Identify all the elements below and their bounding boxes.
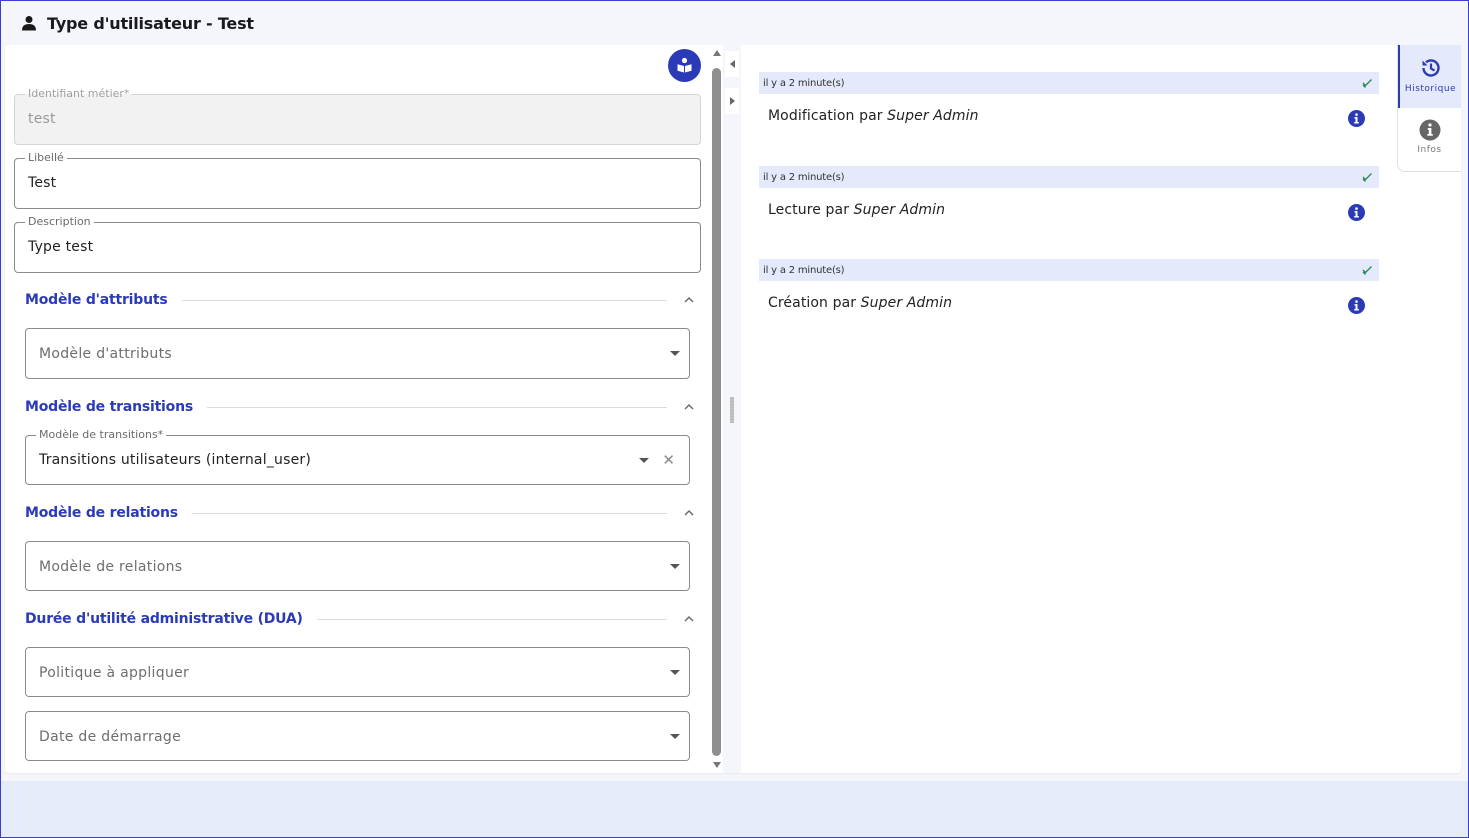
section-modele-attributs[interactable]: Modèle d'attributs: [25, 289, 695, 311]
libelle-value: Test: [28, 175, 57, 191]
history-time: il y a 2 minute(s): [763, 77, 845, 89]
drag-handle-icon[interactable]: [730, 397, 734, 423]
history-info-button[interactable]: [1348, 297, 1365, 314]
chevron-up-icon[interactable]: [683, 613, 695, 625]
double-check-icon: [1362, 266, 1372, 275]
double-check-icon: [1362, 173, 1372, 182]
history-item-header: il y a 2 minute(s): [759, 72, 1379, 94]
page-header: Type d'utilisateur - Test: [1, 1, 1468, 45]
info-icon: [1354, 207, 1359, 218]
modele-relations-select[interactable]: Modèle de relations: [25, 541, 690, 591]
identifiant-field[interactable]: Identifiant métier* test: [14, 87, 701, 145]
history-item-header: il y a 2 minute(s): [759, 259, 1379, 281]
history-info-button[interactable]: [1348, 204, 1365, 221]
user-icon: [22, 16, 36, 31]
history-user: Super Admin: [853, 202, 946, 218]
info-icon: [1354, 300, 1359, 311]
tab-historique[interactable]: Historique: [1398, 45, 1461, 108]
info-circle-icon: [1419, 119, 1440, 141]
arrow-right-icon: [729, 97, 735, 105]
collapse-left-button[interactable]: [725, 51, 739, 77]
section-title: Durée d'utilité administrative (DUA): [25, 611, 303, 627]
select-placeholder: Modèle d'attributs: [39, 346, 172, 362]
side-tabs: Historique Infos: [1397, 45, 1461, 172]
section-divider: [316, 618, 667, 620]
modele-transitions-select[interactable]: Modèle de transitions* Transitions utili…: [25, 428, 690, 485]
section-modele-transitions[interactable]: Modèle de transitions: [25, 396, 695, 418]
history-panel: il y a 2 minute(s) Modification par Supe…: [759, 45, 1379, 773]
history-action: Lecture par: [768, 202, 850, 218]
history-action: Création par: [768, 295, 857, 311]
history-icon: [1421, 59, 1440, 77]
section-title: Modèle d'attributs: [25, 292, 168, 308]
scroll-thumb[interactable]: [712, 68, 721, 756]
section-title: Modèle de relations: [25, 505, 178, 521]
chevron-up-icon[interactable]: [683, 507, 695, 519]
history-text: Modification par Super Admin: [768, 108, 979, 124]
history-time: il y a 2 minute(s): [763, 264, 845, 276]
form-panel: Identifiant métier* test Libellé Test De…: [5, 45, 711, 773]
panel-splitter[interactable]: [723, 45, 741, 773]
dropdown-caret-icon[interactable]: [670, 734, 680, 739]
tab-label: Historique: [1404, 84, 1457, 94]
section-modele-relations[interactable]: Modèle de relations: [25, 502, 695, 524]
scroll-up-arrow-icon[interactable]: [713, 50, 721, 56]
identifiant-value: test: [28, 111, 56, 127]
chevron-up-icon[interactable]: [683, 401, 695, 413]
select-value: Transitions utilisateurs (internal_user): [39, 452, 312, 468]
dropdown-caret-icon[interactable]: [670, 564, 680, 569]
description-field[interactable]: Description Type test: [14, 215, 701, 273]
section-divider: [191, 512, 667, 514]
select-placeholder: Modèle de relations: [39, 559, 183, 575]
double-check-icon: [1362, 79, 1372, 88]
identifiant-label: Identifiant métier*: [25, 87, 133, 101]
libelle-label: Libellé: [25, 151, 67, 165]
history-item-header: il y a 2 minute(s): [759, 166, 1379, 188]
section-divider: [206, 406, 667, 408]
dropdown-caret-icon[interactable]: [670, 670, 680, 675]
form-scrollbar[interactable]: [711, 45, 723, 773]
section-title: Modèle de transitions: [25, 399, 193, 415]
history-text: Lecture par Super Admin: [768, 202, 945, 218]
tab-label: Infos: [1417, 145, 1442, 155]
history-item: il y a 2 minute(s) Modification par Supe…: [759, 72, 1379, 152]
description-label: Description: [25, 215, 94, 229]
dropdown-caret-icon[interactable]: [639, 458, 649, 463]
select-placeholder: Politique à appliquer: [39, 665, 190, 681]
select-label: Modèle de transitions*: [36, 428, 167, 442]
history-item: il y a 2 minute(s) Création par Super Ad…: [759, 259, 1379, 339]
arrow-left-icon: [729, 60, 735, 68]
section-divider: [181, 299, 667, 301]
libelle-field[interactable]: Libellé Test: [14, 151, 701, 209]
info-icon: [1354, 113, 1359, 124]
history-time: il y a 2 minute(s): [763, 171, 845, 183]
section-dua[interactable]: Durée d'utilité administrative (DUA): [25, 608, 695, 630]
modele-attributs-select[interactable]: Modèle d'attributs: [25, 328, 690, 379]
date-demarrage-select[interactable]: Date de démarrage: [25, 711, 690, 761]
content-card: Identifiant métier* test Libellé Test De…: [5, 45, 1461, 773]
book-reader-icon: [677, 57, 692, 73]
collapse-right-button[interactable]: [725, 88, 739, 114]
tab-infos[interactable]: Infos: [1398, 108, 1461, 171]
politique-select[interactable]: Politique à appliquer: [25, 647, 690, 697]
select-placeholder: Date de démarrage: [39, 729, 182, 745]
description-value: Type test: [28, 239, 94, 255]
documentation-button[interactable]: [668, 49, 701, 82]
history-info-button[interactable]: [1348, 110, 1365, 127]
footer-band: [1, 781, 1468, 837]
dropdown-caret-icon[interactable]: [670, 351, 680, 356]
history-user: Super Admin: [887, 108, 979, 124]
history-user: Super Admin: [860, 295, 953, 311]
history-action: Modification par: [768, 108, 883, 124]
clear-icon[interactable]: ✕: [662, 451, 675, 469]
history-text: Création par Super Admin: [768, 295, 952, 311]
chevron-up-icon[interactable]: [683, 294, 695, 306]
page-title: Type d'utilisateur - Test: [47, 13, 254, 33]
scroll-down-arrow-icon[interactable]: [713, 762, 721, 768]
history-item: il y a 2 minute(s) Lecture par Super Adm…: [759, 166, 1379, 246]
